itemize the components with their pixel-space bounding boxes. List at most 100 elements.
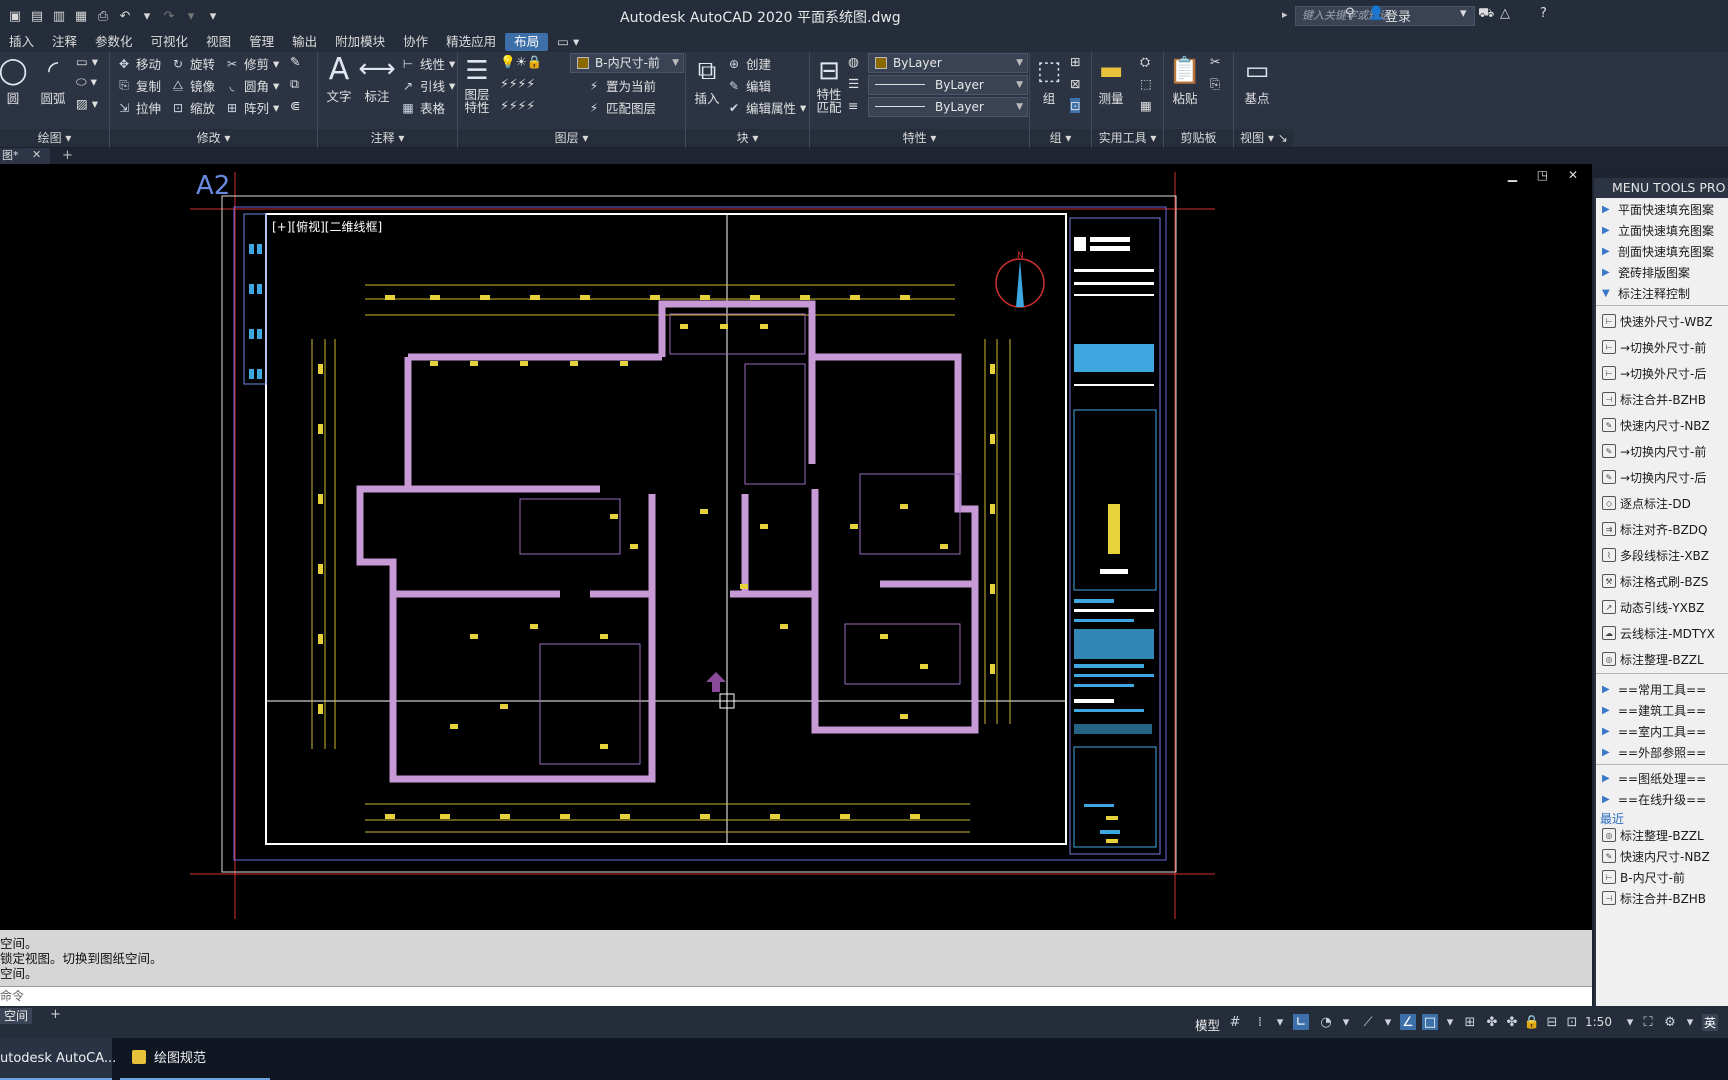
- palette-group-item[interactable]: ▶ ==室内工具==: [1596, 720, 1728, 742]
- annotation-visibility-icon[interactable]: ✤: [1484, 1014, 1500, 1030]
- isodraft-dropdown-icon[interactable]: ▾: [1380, 1014, 1396, 1030]
- create-block-button[interactable]: ⊕ 创建: [726, 54, 771, 73]
- annotation-scale[interactable]: 1:50: [1585, 1015, 1612, 1029]
- copy-clip-icon[interactable]: ⎘: [1210, 76, 1220, 92]
- tab-output[interactable]: 输出: [283, 33, 326, 51]
- group-button[interactable]: ⬚ 组: [1032, 54, 1066, 107]
- redo-dropdown-icon[interactable]: ▾: [182, 7, 200, 25]
- palette-tool-item[interactable]: ☁ 云线标注-MDTYX: [1596, 622, 1728, 644]
- palette-tool-item[interactable]: ◎ 标注整理-BZZL: [1596, 648, 1728, 670]
- palette-tool-item[interactable]: ⊢ →切换外尺寸-后: [1596, 362, 1728, 384]
- export-icon[interactable]: ▦: [72, 7, 90, 25]
- user-icon[interactable]: 👤: [1368, 6, 1384, 21]
- panel-title-draw[interactable]: 绘图 ▾: [0, 129, 109, 147]
- customize-qat-icon[interactable]: ▾: [204, 7, 222, 25]
- mirror-button[interactable]: ⧋ 镜像: [170, 76, 215, 95]
- isodraft-icon[interactable]: ⟋: [1360, 1014, 1376, 1030]
- taskbar-item-folder[interactable]: 绘图规范: [120, 1038, 270, 1080]
- panel-title-block[interactable]: 块 ▾: [686, 129, 809, 147]
- group-select-icon[interactable]: ⊡: [1070, 98, 1081, 113]
- palette-group-item[interactable]: ▶ ==常用工具==: [1596, 678, 1728, 700]
- scale-button[interactable]: ⊡ 缩放: [170, 98, 215, 117]
- fillet-button[interactable]: ◟ 圆角 ▾: [224, 76, 280, 95]
- rotate-button[interactable]: ↻ 旋转: [170, 54, 215, 73]
- palette-group-item[interactable]: ▶ ==在线升级==: [1596, 788, 1728, 810]
- layer-state-icons[interactable]: 💡☀🔒: [500, 54, 542, 70]
- binoculars-icon[interactable]: ⚲: [1345, 6, 1355, 21]
- cart-icon[interactable]: ⛟: [1478, 6, 1494, 23]
- palette-tool-item[interactable]: ↗ 动态引线-YXBZ: [1596, 596, 1728, 618]
- palette-recent-item[interactable]: ◎ 标注整理-BZZL: [1596, 824, 1728, 846]
- palette-recent-item[interactable]: ⊣ 标注合并-BZHB: [1596, 887, 1728, 909]
- palette-header[interactable]: MENU TOOLS PRO: [1594, 178, 1728, 198]
- palette-item-elevation-hatch[interactable]: ▶ 立面快速填充图案: [1596, 219, 1728, 241]
- edit-block-button[interactable]: ✎ 编辑: [726, 76, 771, 95]
- panel-title-utilities[interactable]: 实用工具 ▾: [1092, 129, 1163, 147]
- new-tab-icon[interactable]: +: [62, 148, 73, 164]
- color-wheel-icon[interactable]: ◍: [848, 54, 859, 69]
- linear-button[interactable]: ⊢ 线性 ▾: [400, 54, 456, 73]
- tab-collaborate[interactable]: 协作: [394, 33, 437, 51]
- add-layout-icon[interactable]: +: [50, 1007, 61, 1022]
- panel-title-groups[interactable]: 组 ▾: [1030, 129, 1091, 147]
- palette-tool-item[interactable]: ⊢ →切换外尺寸-前: [1596, 336, 1728, 358]
- snap-icon[interactable]: ⁞: [1252, 1014, 1268, 1030]
- group-edit-icon[interactable]: ⊠: [1070, 76, 1080, 91]
- taskbar-item-autocad[interactable]: utodesk AutoCA...: [0, 1038, 116, 1080]
- edit-attribute-button[interactable]: ✔ 编辑属性 ▾: [726, 98, 806, 117]
- panel-title-view[interactable]: 视图 ▾ ↘: [1234, 129, 1294, 147]
- palette-recent-item[interactable]: ⊢ B-内尺寸-前: [1596, 866, 1728, 888]
- erase-icon[interactable]: ✎: [290, 54, 300, 69]
- layer-dropdown[interactable]: B-内尺寸-前 ▼: [570, 53, 684, 73]
- chevron-right-icon[interactable]: ▸: [1282, 8, 1288, 21]
- color-dropdown[interactable]: ByLayer ▼: [868, 53, 1028, 73]
- arc-button[interactable]: ◜ 圆弧: [36, 54, 70, 107]
- palette-tool-item[interactable]: ⊢ 快速外尺寸-WBZ: [1596, 310, 1728, 332]
- polar-icon[interactable]: ◔: [1318, 1014, 1334, 1030]
- lineweight-dropdown[interactable]: ByLayer ▼: [868, 75, 1028, 95]
- redo-icon[interactable]: ↷: [160, 7, 178, 25]
- drawing-canvas[interactable]: A2 [+][俯视][二维线框] N: [0, 164, 1592, 930]
- command-input[interactable]: 命令: [0, 986, 1592, 1006]
- tab-layout[interactable]: 布局: [505, 33, 549, 51]
- tab-insert[interactable]: 插入: [0, 33, 43, 51]
- tab-visualize[interactable]: 可视化: [142, 33, 198, 51]
- layer-tools-row3-icons[interactable]: ⚡⚡⚡⚡: [500, 98, 535, 113]
- palette-group-item[interactable]: ▶ ==外部参照==: [1596, 741, 1728, 763]
- set-current-button[interactable]: ⚡ 置为当前: [586, 76, 656, 95]
- palette-item-tile-pattern[interactable]: ▶ 瓷砖排版图案: [1596, 261, 1728, 283]
- leader-button[interactable]: ↗ 引线 ▾: [400, 76, 455, 95]
- palette-tool-item[interactable]: ✎ →切换内尺寸-前: [1596, 440, 1728, 462]
- copy-button[interactable]: ⎘ 复制: [116, 76, 161, 95]
- layer-properties-button[interactable]: ☰ 图层 特性: [460, 54, 494, 114]
- palette-item-plan-hatch[interactable]: ▶ 平面快速填充图案: [1596, 198, 1728, 220]
- palette-group-item[interactable]: ▶ ==建筑工具==: [1596, 699, 1728, 721]
- tab-addins[interactable]: 附加模块: [326, 33, 394, 51]
- palette-tool-item[interactable]: ⇉ 标注对齐-BZDQ: [1596, 518, 1728, 540]
- stretch-button[interactable]: ⇲ 拉伸: [116, 98, 161, 117]
- model-space-button[interactable]: 模型: [1195, 1015, 1220, 1034]
- polar-dropdown-icon[interactable]: ▾: [1338, 1014, 1354, 1030]
- palette-tool-item[interactable]: ◇ 逐点标注-DD: [1596, 492, 1728, 514]
- ungroup-icon[interactable]: ⊞: [1070, 54, 1080, 69]
- panel-title-clipboard[interactable]: 剪贴板: [1164, 129, 1233, 147]
- circle-button[interactable]: ◯ 圆: [0, 54, 30, 107]
- palette-tool-item[interactable]: ⚒ 标注格式刷-BZS: [1596, 570, 1728, 592]
- selection-cycling-icon[interactable]: ⊞: [1462, 1014, 1478, 1030]
- print-icon[interactable]: ⎙: [94, 7, 112, 25]
- scale-dropdown-icon[interactable]: ▾: [1622, 1014, 1638, 1030]
- autodesk-app-icon[interactable]: △: [1500, 6, 1510, 21]
- drawing-area[interactable]: A2 [+][俯视][二维线框] N ▁ ◳ ✕: [0, 164, 1592, 930]
- array-button[interactable]: ⊞ 阵列 ▾: [224, 98, 279, 117]
- undo-icon[interactable]: ↶: [116, 7, 134, 25]
- palette-tool-item[interactable]: ⌇ 多段线标注-XBZ: [1596, 544, 1728, 566]
- undo-dropdown-icon[interactable]: ▾: [138, 7, 156, 25]
- quick-select-icon[interactable]: ⛭: [1140, 54, 1150, 70]
- panel-title-properties[interactable]: 特性 ▾: [810, 129, 1029, 147]
- ime-indicator[interactable]: 英: [1702, 1014, 1719, 1031]
- customize-dropdown-icon[interactable]: ▾: [1682, 1014, 1698, 1030]
- ribbon-toggle-icon[interactable]: ▭ ▾: [548, 33, 588, 51]
- linetype-dropdown[interactable]: ByLayer ▼: [868, 97, 1028, 117]
- explode-icon[interactable]: ⧉: [290, 76, 299, 92]
- palette-item-annotation-control[interactable]: ▼ 标注注释控制: [1596, 282, 1728, 304]
